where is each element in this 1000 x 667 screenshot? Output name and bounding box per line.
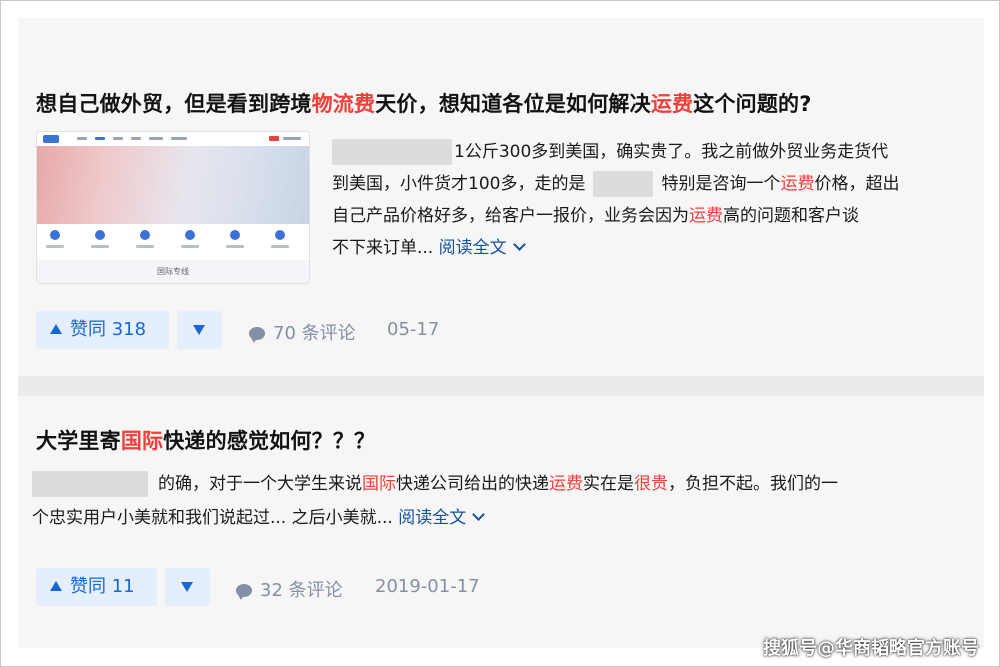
excerpt-line: 自己产品价格好多，给客户一报价，业务会因为运费高的问题和客户谈	[332, 200, 859, 232]
thumbnail-nav	[283, 137, 301, 140]
redacted-username	[332, 139, 452, 165]
service-icon	[230, 230, 240, 240]
highlighted-keyword: 运费	[689, 206, 723, 226]
comments-count: 32 条评论	[260, 580, 343, 601]
text-segment: 实在是	[583, 474, 634, 494]
text-segment: 想自己做外贸，但是看到跨境	[36, 92, 312, 116]
highlighted-keyword: 运费	[650, 92, 694, 116]
highlighted-keyword: 物流费	[311, 92, 376, 116]
service-label	[46, 245, 64, 248]
answer-card: 想自己做外贸，但是看到跨境物流费天价，想知道各位是如何解决运费这个问题的? 国际…	[18, 18, 984, 376]
question-title[interactable]: 想自己做外贸，但是看到跨境物流费天价，想知道各位是如何解决运费这个问题的?	[36, 88, 812, 118]
service-label	[181, 245, 199, 248]
service-icon	[185, 230, 195, 240]
upvote-label: 赞同 318	[70, 319, 147, 340]
thumbnail-badge	[269, 136, 279, 141]
redacted-username	[32, 471, 148, 497]
text-segment: 自己产品价格好多，给客户一报价，业务会因为	[332, 206, 689, 226]
question-title[interactable]: 大学里寄国际快递的感觉如何？？？	[36, 425, 375, 455]
highlighted-keyword: 国际	[362, 474, 396, 494]
text-segment: 天价，想知道各位是如何解决	[375, 92, 651, 116]
service-label	[91, 245, 109, 248]
chevron-down-icon	[512, 238, 526, 251]
screenshot-frame: 想自己做外贸，但是看到跨境物流费天价，想知道各位是如何解决运费这个问题的? 国际…	[0, 0, 1000, 667]
arrow-down-icon	[193, 325, 205, 335]
text-segment: 快递的感觉如何？？？	[163, 429, 376, 453]
text-segment: 这个问题的?	[693, 92, 812, 116]
highlighted-keyword: 国际	[120, 429, 164, 453]
upvote-label: 赞同 11	[70, 576, 135, 597]
thumbnail-nav	[149, 137, 163, 140]
upvote-button[interactable]: 赞同 11	[36, 568, 157, 606]
service-icon	[275, 230, 285, 240]
thumbnail-nav	[113, 137, 123, 140]
arrow-up-icon	[50, 324, 62, 334]
text-segment: 快递公司给出的快递	[396, 474, 549, 494]
thumbnail-nav	[131, 137, 141, 140]
service-label	[271, 245, 289, 248]
text-segment: 到美国，小件货才100多，走的是	[332, 174, 586, 194]
excerpt-line: 不下来订单... 阅读全文	[332, 232, 526, 264]
downvote-button[interactable]	[165, 568, 210, 606]
service-icon	[140, 230, 150, 240]
card-divider	[18, 376, 984, 396]
source-watermark: 搜狐号@华商韬略官方账号	[763, 638, 979, 659]
text-segment: 1公斤300多到美国，确实贵了。我之前做外贸业务走货代	[454, 142, 889, 162]
redacted-text	[593, 171, 654, 197]
comment-icon	[249, 327, 265, 343]
text-segment: 特别是咨询一个	[661, 174, 781, 194]
highlighted-keyword: 运费	[549, 474, 583, 494]
answer-card: 大学里寄国际快递的感觉如何？？？ 的确，对于一个大学生来说国际快递公司给出的快递…	[18, 396, 984, 648]
thumbnail-nav	[95, 137, 105, 140]
read-more-link[interactable]: 阅读全文	[438, 238, 526, 258]
comments-button[interactable]: 32 条评论	[236, 576, 343, 602]
answer-date: 2019-01-17	[375, 576, 480, 597]
comment-icon	[236, 584, 252, 600]
text-segment: 的确，对于一个大学生来说	[158, 474, 362, 494]
text-segment: 不下来订单...	[332, 238, 434, 258]
highlighted-keyword: 很贵	[634, 474, 668, 494]
highlighted-keyword: 运费	[780, 174, 815, 194]
read-more-label: 阅读全文	[438, 238, 507, 258]
service-label	[136, 245, 154, 248]
comments-button[interactable]: 70 条评论	[249, 319, 356, 345]
service-icon	[95, 230, 105, 240]
thumbnail-nav	[77, 137, 87, 140]
thumbnail-topbar	[37, 132, 309, 146]
thumbnail-nav	[171, 137, 187, 140]
thumbnail-logo	[43, 135, 59, 143]
text-segment: 高的问题和客户谈	[723, 206, 859, 226]
text-segment: 个忠实用户小美就和我们说起过... 之后小美就...	[32, 508, 393, 528]
text-segment: 大学里寄	[36, 429, 121, 453]
excerpt-line: 1公斤300多到美国，确实贵了。我之前做外贸业务走货代	[332, 136, 888, 168]
upvote-button[interactable]: 赞同 318	[36, 311, 169, 349]
excerpt-line: 的确，对于一个大学生来说国际快递公司给出的快递运费实在是很贵，负担不起。我们的一	[32, 468, 838, 500]
thumbnail-icon-row	[37, 224, 309, 260]
answer-thumbnail[interactable]: 国际专线	[36, 131, 310, 284]
thumbnail-caption: 国际专线	[37, 260, 309, 283]
text-segment: 价格，超出	[814, 174, 900, 194]
answer-date: 05-17	[387, 319, 440, 340]
text-segment: ，负担不起。我们的一	[668, 474, 838, 494]
read-more-label: 阅读全文	[398, 508, 467, 528]
read-more-link[interactable]: 阅读全文	[398, 508, 486, 528]
chevron-down-icon	[472, 508, 486, 521]
arrow-up-icon	[50, 581, 62, 591]
excerpt-line: 到美国，小件货才100多，走的是 特别是咨询一个运费价格，超出	[332, 168, 899, 200]
excerpt-line: 个忠实用户小美就和我们说起过... 之后小美就... 阅读全文	[32, 502, 486, 534]
answer-feed: 想自己做外贸，但是看到跨境物流费天价，想知道各位是如何解决运费这个问题的? 国际…	[18, 18, 984, 648]
service-icon	[50, 230, 60, 240]
downvote-button[interactable]	[177, 311, 222, 349]
answer-excerpt[interactable]: 1公斤300多到美国，确实贵了。我之前做外贸业务走货代 到美国，小件货才100多…	[332, 136, 972, 270]
thumbnail-banner	[37, 146, 309, 224]
arrow-down-icon	[181, 582, 193, 592]
answer-excerpt[interactable]: 的确，对于一个大学生来说国际快递公司给出的快递运费实在是很贵，负担不起。我们的一…	[32, 468, 977, 538]
service-label	[226, 245, 244, 248]
comments-count: 70 条评论	[273, 323, 356, 344]
